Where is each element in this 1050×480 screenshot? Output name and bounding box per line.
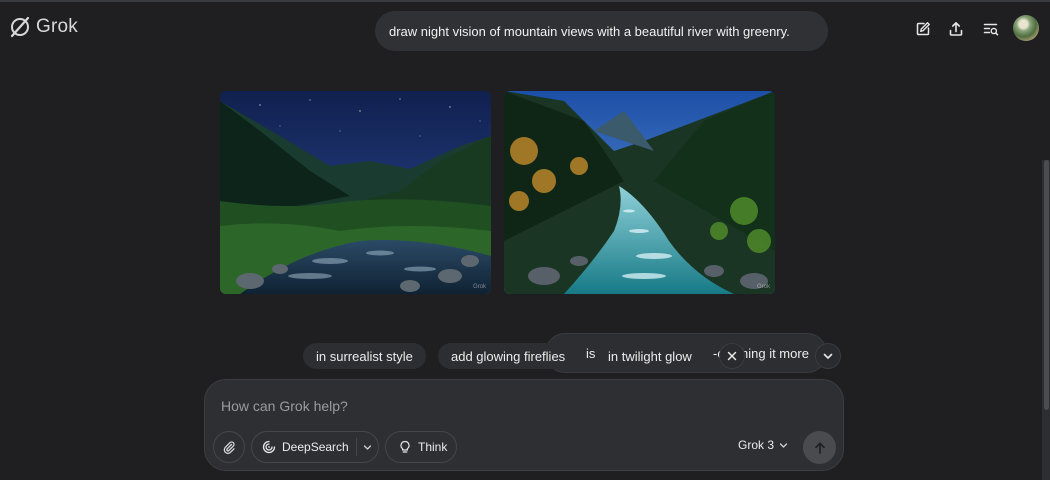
ghost-chip-text-c: hing it more	[741, 346, 809, 361]
think-button[interactable]: Think	[385, 431, 457, 463]
ghost-chip-text-a: is	[586, 346, 596, 361]
image-watermark: Grok	[472, 284, 486, 290]
user-prompt-bubble: draw night vision of mountain views with…	[375, 11, 828, 51]
chevron-down-icon	[823, 353, 833, 359]
share-icon[interactable]	[944, 17, 968, 41]
arrow-up-icon	[814, 441, 825, 454]
edit-icon[interactable]	[911, 17, 935, 41]
model-selector[interactable]: Grok 3	[738, 438, 788, 452]
user-prompt-text: draw night vision of mountain views with…	[389, 23, 790, 39]
attach-button[interactable]	[213, 431, 245, 463]
composer: DeepSearch Think Grok 3	[204, 379, 844, 471]
model-label: Grok 3	[738, 438, 775, 452]
chevron-down-icon	[363, 444, 372, 450]
suggestion-chip-surrealist[interactable]: in surrealist style	[303, 343, 426, 369]
suggestion-chip-fireflies[interactable]: add glowing fireflies	[438, 343, 579, 369]
app-name: Grok	[36, 16, 78, 37]
chip-label: add glowing fireflies	[451, 348, 566, 364]
window-top-border	[0, 0, 1050, 2]
think-label: Think	[418, 440, 448, 454]
chip-label: in surrealist style	[316, 348, 413, 364]
close-suggestions-button[interactable]	[719, 343, 745, 369]
generated-image-2[interactable]: Grok	[504, 91, 775, 294]
paperclip-icon	[223, 441, 235, 454]
history-icon[interactable]	[979, 17, 1003, 41]
prompt-input[interactable]	[221, 396, 781, 416]
send-button[interactable]	[803, 431, 836, 464]
close-icon	[727, 351, 737, 361]
grok-logo[interactable]: Grok	[9, 16, 78, 38]
expand-suggestions-button[interactable]	[815, 343, 841, 369]
deepsearch-icon	[262, 440, 276, 454]
scrollbar-thumb[interactable]	[1044, 160, 1049, 410]
deepsearch-button[interactable]: DeepSearch	[251, 431, 379, 463]
chevron-down-icon	[779, 442, 788, 448]
deepsearch-options-button[interactable]	[357, 432, 378, 462]
image-watermark: Grok	[756, 284, 770, 290]
grok-logo-icon	[10, 16, 30, 38]
avatar[interactable]	[1013, 15, 1039, 41]
generated-image-1[interactable]: Grok	[220, 91, 491, 294]
suggestion-chip-twilight[interactable]: in twilight glow	[595, 343, 705, 369]
chip-label: in twilight glow	[608, 348, 692, 364]
lightbulb-icon	[400, 440, 410, 453]
deepsearch-label: DeepSearch	[282, 440, 349, 454]
